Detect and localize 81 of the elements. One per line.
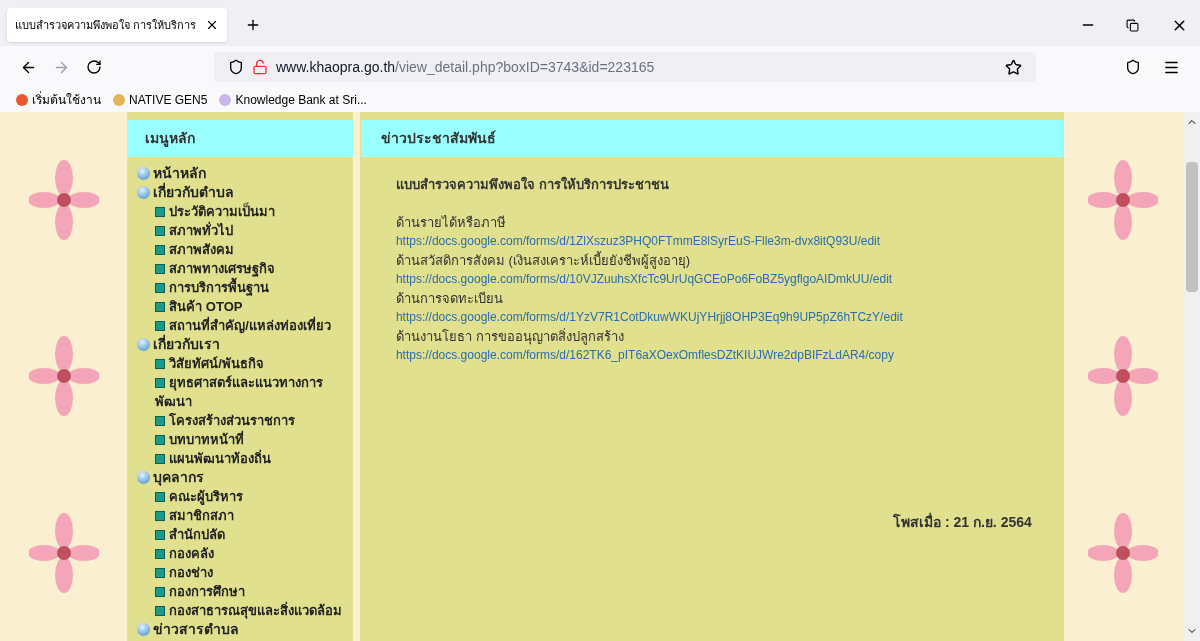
- bookmark-label: เริ่มต้นใช้งาน: [32, 91, 101, 109]
- bookmark-favicon-icon: [219, 94, 232, 106]
- square-bullet-icon: [155, 283, 166, 293]
- bullet-icon: [137, 186, 151, 199]
- submenu-item[interactable]: แผนพัฒนาท้องถิ่น: [137, 449, 349, 468]
- square-bullet-icon: [155, 359, 166, 369]
- bookmark-favicon-icon: [113, 94, 125, 106]
- menu-item[interactable]: หน้าหลัก: [137, 164, 349, 183]
- submenu-item[interactable]: โครงสร้างส่วนราชการ: [137, 411, 349, 430]
- square-bullet-icon: [155, 454, 166, 464]
- browser-tab[interactable]: แบบสำรวจความพึงพอใจ การให้บริการ: [7, 8, 227, 42]
- square-bullet-icon: [155, 302, 166, 312]
- square-bullet-icon: [155, 264, 166, 274]
- new-tab-icon[interactable]: [245, 17, 261, 33]
- address-bar[interactable]: www.khaopra.go.th/view_detail.php?boxID=3743&id=223165: [214, 52, 1036, 82]
- entry-label: ด้านรายได้หรือภาษี: [395, 214, 506, 232]
- submenu-item[interactable]: ประวัติความเป็นมา: [137, 202, 349, 221]
- square-bullet-icon: [155, 226, 166, 236]
- square-bullet-icon: [155, 549, 166, 559]
- square-bullet-icon: [155, 321, 166, 331]
- article-title: แบบสำรวจความพึงพอใจ การให้บริการประชาชน: [395, 175, 670, 194]
- form-link[interactable]: https://docs.google.com/forms/d/1ZlXszuz3PHQ0FTmmE8lSyrEuS-Flle3m-dvx8itQ93U/edit: [395, 232, 881, 251]
- submenu-item[interactable]: สภาพสังคม: [137, 240, 349, 259]
- bookmark-favicon-icon: [16, 94, 28, 106]
- submenu-item[interactable]: กองคลัง: [137, 544, 349, 563]
- submenu-item[interactable]: สภาพทางเศรษฐกิจ: [137, 259, 349, 278]
- square-bullet-icon: [155, 435, 166, 445]
- square-bullet-icon: [155, 511, 166, 521]
- menu-item[interactable]: เกี่ยวกับตำบล: [137, 183, 349, 202]
- section-title: ข่าวประชาสัมพันธ์: [380, 129, 496, 148]
- square-bullet-icon: [155, 587, 166, 597]
- bookmark[interactable]: NATIVE GEN5: [113, 91, 208, 109]
- posted-date: โพสเมื่อ : 21 ก.ย. 2564: [893, 513, 1032, 532]
- submenu-item[interactable]: ยุทธศาสตร์และแนวทางการพัฒนา: [137, 373, 349, 411]
- url-text: www.khaopra.go.th/view_detail.php?boxID=3743&id=223165: [276, 57, 656, 77]
- menu-title: เมนูหลัก: [145, 129, 196, 149]
- submenu-item[interactable]: คณะผู้บริหาร: [137, 487, 349, 506]
- square-bullet-icon: [155, 492, 166, 502]
- submenu-item[interactable]: กองสาธารณสุขและสิ่งแวดล้อม: [137, 601, 349, 620]
- square-bullet-icon: [155, 568, 166, 578]
- square-bullet-icon: [155, 530, 166, 540]
- submenu-item[interactable]: สมาชิกสภา: [137, 506, 349, 525]
- tab-title: แบบสำรวจความพึงพอใจ การให้บริการ: [15, 17, 198, 33]
- lock-icon: [252, 59, 268, 75]
- submenu-item[interactable]: วิสัยทัศน์/พันธกิจ: [137, 354, 349, 373]
- submenu-item[interactable]: สินค้า OTOP: [137, 297, 349, 316]
- square-bullet-icon: [155, 207, 166, 217]
- bullet-icon: [137, 471, 151, 484]
- form-link[interactable]: https://docs.google.com/forms/d/162TK6_pIT6aXOexOmflesDZtKIUJWre2dpBIFzLdAR4/copy: [395, 346, 894, 365]
- bullet-icon: [137, 338, 151, 351]
- submenu-item[interactable]: บทบาทหน้าที่: [137, 430, 349, 449]
- menu-item[interactable]: เกี่ยวกับเรา: [137, 335, 349, 354]
- close-icon[interactable]: [205, 18, 219, 32]
- square-bullet-icon: [155, 606, 166, 616]
- bookmark-star-icon[interactable]: [1005, 58, 1022, 76]
- reload-icon[interactable]: [86, 59, 102, 75]
- square-bullet-icon: [155, 245, 166, 255]
- form-link[interactable]: https://docs.google.com/forms/d/1YzV7R1CotDkuwWKUjYHrjj8OHP3Eq9h9UP5pZ6hTCzY/edit: [395, 308, 903, 327]
- form-link[interactable]: https://docs.google.com/forms/d/10VJZuuhsXfcTc9UrUqGCEoPo6FoBZ5ygflgoAIDmkUU/edit: [395, 270, 893, 289]
- submenu-item[interactable]: การบริการพื้นฐาน: [137, 278, 349, 297]
- menu-item[interactable]: ข่าวสารตำบล: [137, 620, 349, 639]
- square-bullet-icon: [155, 378, 166, 388]
- entry-label: ด้านสวัสดิการสังคม (เงินสงเคราะห์เบี้ยยังชีพผู้สูงอายุ): [395, 251, 691, 270]
- bullet-icon: [137, 623, 151, 636]
- bookmark[interactable]: เริ่มต้นใช้งาน: [16, 91, 101, 109]
- entry-label: ด้านงานโยธา การขออนุญาตสิ่งปลูกสร้าง: [395, 327, 624, 346]
- scrollbar-thumb[interactable]: [1185, 161, 1198, 292]
- submenu-item[interactable]: กองช่าง: [137, 563, 349, 582]
- restore-icon[interactable]: [1126, 18, 1139, 32]
- bullet-icon: [137, 167, 151, 180]
- menu-item[interactable]: บุคลากร: [137, 468, 349, 487]
- submenu-item[interactable]: สถานที่สำคัญ/แหล่งท่องเที่ยว: [137, 316, 349, 335]
- submenu-item[interactable]: กองการศึกษา: [137, 582, 349, 601]
- square-bullet-icon: [155, 416, 166, 426]
- entry-label: ด้านการจดทะเบียน: [395, 290, 503, 308]
- bookmark[interactable]: Knowledge Bank at Sri...: [219, 91, 367, 109]
- submenu-item[interactable]: สภาพทั่วไป: [137, 221, 349, 240]
- shield-icon: [228, 59, 244, 75]
- bookmark-label: NATIVE GEN5: [129, 92, 208, 109]
- submenu-item[interactable]: สำนักปลัด: [137, 525, 349, 544]
- bookmark-label: Knowledge Bank at Sri...: [235, 92, 367, 109]
